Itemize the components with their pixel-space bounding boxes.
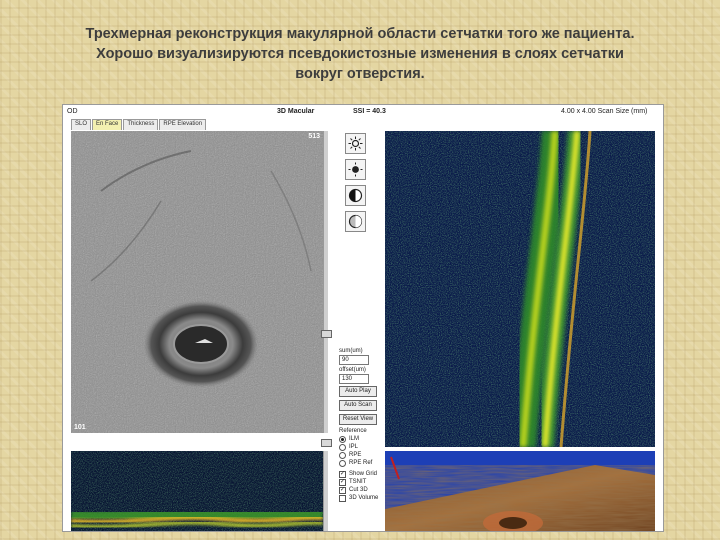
radio-ilm[interactable]: [339, 435, 346, 443]
scan-title: 3D Macular: [277, 108, 315, 115]
radio-rpe-ref[interactable]: [339, 459, 346, 467]
reference-option-label: RPE Ref: [349, 460, 373, 466]
invert-button[interactable]: [345, 211, 366, 232]
radio-ipl[interactable]: [339, 443, 346, 451]
tsnit-checkbox[interactable]: ✓ TSNIT: [339, 478, 381, 486]
reference-option-ipl[interactable]: IPL: [339, 443, 381, 451]
cut-3d-checkbox[interactable]: ✓ Cut 3D: [339, 486, 381, 494]
contrast-button[interactable]: [345, 185, 366, 206]
en-face-bottom-label: 101: [74, 424, 86, 431]
empty-check-icon: [339, 494, 346, 502]
checkbox-label: 3D Volume: [349, 495, 379, 501]
offset-label: offset(um): [339, 367, 366, 373]
brightness-down-button[interactable]: [345, 159, 366, 180]
auto-play-button[interactable]: Auto Play: [339, 386, 377, 397]
reference-option-label: IPL: [349, 444, 359, 450]
show-grid-checkbox[interactable]: ✓ Show Grid: [339, 470, 381, 478]
checkbox-label: Show Grid: [349, 471, 378, 477]
reset-view-button[interactable]: Reset View: [339, 414, 377, 425]
eye-label: OD: [67, 108, 78, 115]
en-face-slider-track[interactable]: [323, 131, 328, 433]
vertical-bscan-svg: [385, 131, 655, 447]
tab-thickness[interactable]: Thickness: [123, 119, 159, 130]
slide-caption: Трехмерная реконструкция макулярной обла…: [20, 24, 700, 84]
bscan-slider-thumb[interactable]: [321, 439, 332, 447]
reference-option-label: RPE: [349, 452, 362, 458]
caption-line-1: Трехмерная реконструкция макулярной обла…: [85, 26, 635, 42]
horizontal-bscan-svg: [71, 451, 323, 531]
en-face-svg: [71, 131, 323, 433]
tab-slo[interactable]: SLO: [71, 119, 92, 130]
oct-viewer-window: OD 3D Macular SSI = 40.3 4.00 x 4.00 Sca…: [62, 104, 664, 532]
check-icon: ✓: [339, 478, 346, 486]
offset-input[interactable]: 130: [339, 374, 369, 384]
viewer-titlebar: OD 3D Macular SSI = 40.3 4.00 x 4.00 Sca…: [63, 105, 663, 119]
brightness-down-icon: [348, 162, 363, 177]
radio-rpe[interactable]: [339, 451, 346, 459]
image-tools: [345, 133, 369, 237]
view-tabs: SLO En Face Thickness RPE Elevation: [71, 119, 207, 130]
contrast-icon: [348, 188, 363, 203]
sum-input[interactable]: 90: [339, 355, 369, 365]
3d-volume-checkbox[interactable]: 3D Volume: [339, 494, 381, 502]
brightness-up-icon: [348, 136, 363, 151]
checkbox-label: Cut 3D: [349, 487, 368, 493]
check-icon: ✓: [339, 486, 346, 494]
brightness-up-button[interactable]: [345, 133, 366, 154]
caption-line-2: Хорошо визуализируются псевдокистозные и…: [96, 46, 624, 62]
en-face-top-label: 513: [308, 133, 320, 140]
3d-surface-render[interactable]: [385, 451, 655, 531]
invert-icon: [348, 214, 363, 229]
scan-size-label: 4.00 x 4.00 Scan Size (mm): [561, 108, 648, 115]
reference-option-label: ILM: [349, 436, 360, 442]
checkbox-label: TSNIT: [349, 479, 367, 485]
reference-option-rpe-ref[interactable]: RPE Ref: [339, 459, 381, 467]
sum-label: sum(um): [339, 348, 363, 354]
auto-scan-button[interactable]: Auto Scan: [339, 400, 377, 411]
en-face-image[interactable]: 513 101: [71, 131, 323, 433]
reference-option-ilm[interactable]: ILM: [339, 435, 381, 443]
reference-label: Reference: [339, 428, 367, 434]
horizontal-bscan-image[interactable]: [71, 451, 323, 531]
tab-rpe-elevation[interactable]: RPE Elevation: [159, 119, 207, 130]
caption-line-3: вокруг отверстия.: [295, 66, 425, 82]
reference-option-rpe[interactable]: RPE: [339, 451, 381, 459]
scan-controls: sum(um) 90 offset(um) 130 Auto Play Auto…: [339, 347, 381, 502]
3d-surface-svg: [385, 451, 655, 531]
en-face-slider-thumb[interactable]: [321, 330, 332, 338]
tab-en-face[interactable]: En Face: [92, 119, 123, 130]
check-icon: ✓: [339, 470, 346, 478]
ssi-label: SSI = 40.3: [353, 108, 386, 115]
vertical-bscan-image[interactable]: [385, 131, 655, 447]
bscan-slider-track[interactable]: [323, 451, 328, 531]
